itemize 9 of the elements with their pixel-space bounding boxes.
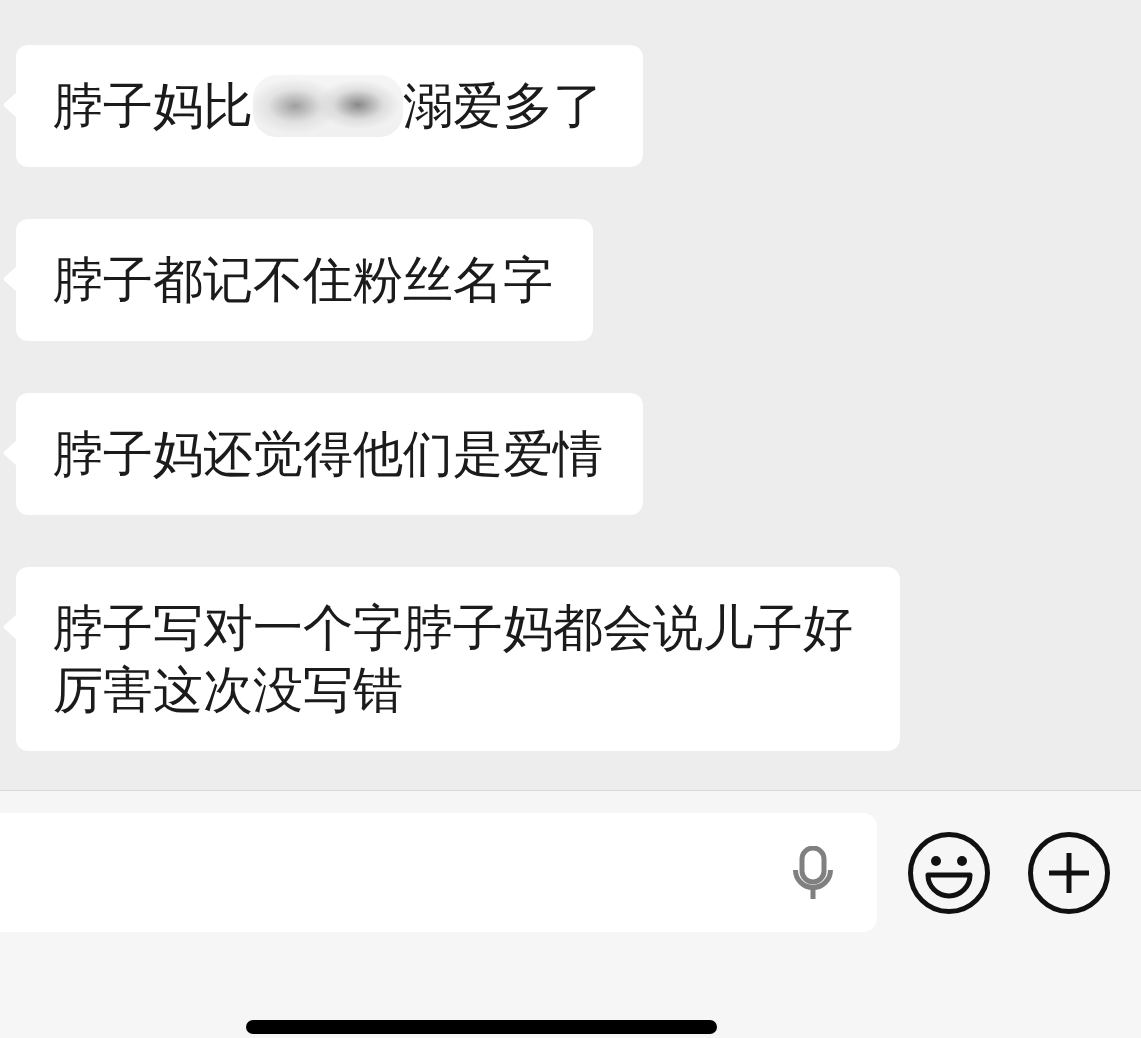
smiley-icon[interactable]: [908, 831, 990, 914]
message-text: 脖子妈还觉得他们是爱情: [53, 425, 603, 483]
microphone-icon[interactable]: [793, 846, 833, 899]
message-text: 脖子妈比: [53, 77, 253, 135]
add-icon[interactable]: [1028, 831, 1110, 914]
message-text: 溺爱多了: [403, 77, 603, 135]
message-text: 脖子都记不住粉丝名字: [53, 251, 553, 309]
message-text: 脖子写对一个字脖子妈都会说儿子好厉害这次没写错: [53, 599, 853, 719]
message-input[interactable]: [0, 813, 877, 932]
